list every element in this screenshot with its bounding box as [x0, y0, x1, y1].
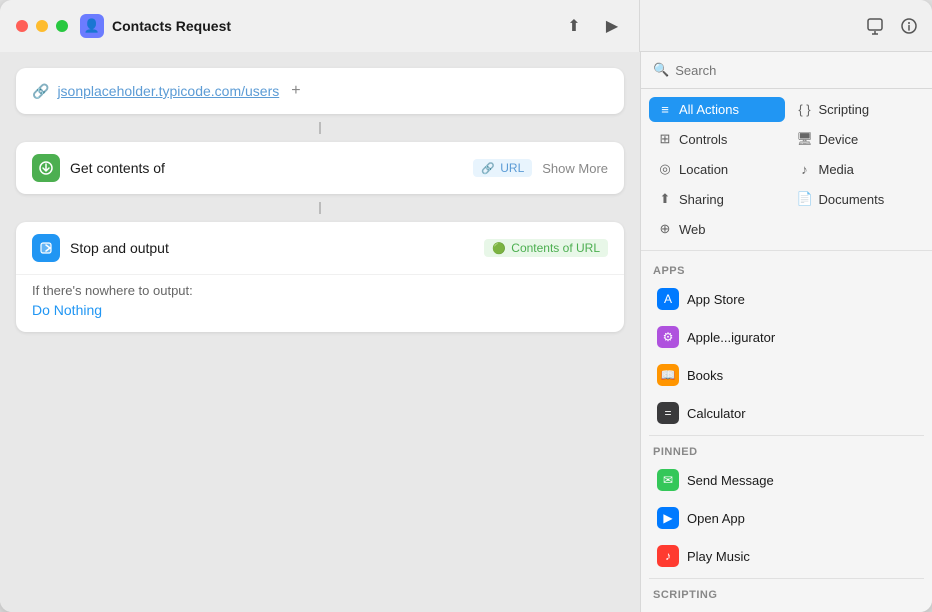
category-location[interactable]: ◎ Location [649, 156, 785, 182]
category-documents[interactable]: 📄 Documents [789, 186, 925, 212]
send-message-icon: ✉ [657, 469, 679, 491]
all-actions-label: All Actions [679, 102, 739, 117]
sharing-label: Sharing [679, 192, 724, 207]
category-web[interactable]: ⊕ Web [649, 216, 785, 242]
get-contents-header: Get contents of 🔗 URL Show More [16, 142, 624, 194]
get-contents-icon [32, 154, 60, 182]
show-more-button[interactable]: Show More [542, 161, 608, 176]
app-store-label: App Store [687, 292, 745, 307]
apps-section-label: Apps [649, 259, 924, 281]
media-label: Media [819, 162, 854, 177]
url-text[interactable]: jsonplaceholder.typicode.com/users [57, 83, 279, 99]
category-scripting[interactable]: { } Scripting [789, 97, 925, 122]
list-item-books[interactable]: 📖 Books [649, 357, 924, 393]
books-icon: 📖 [657, 364, 679, 386]
scripting-divider [649, 578, 924, 579]
traffic-lights [16, 20, 68, 32]
configurator-icon: ⚙ [657, 326, 679, 348]
apps-divider [649, 435, 924, 436]
calculator-label: Calculator [687, 406, 746, 421]
add-action-button[interactable] [864, 15, 886, 37]
documents-icon: 📄 [797, 191, 813, 207]
output-footer-label: If there's nowhere to output: [32, 283, 608, 298]
app-store-icon: A [657, 288, 679, 310]
play-music-icon: ♪ [657, 545, 679, 567]
url-bar[interactable]: 🔗 jsonplaceholder.typicode.com/users + [16, 68, 624, 114]
stop-output-title: Stop and output [70, 240, 474, 256]
stop-output-block: Stop and output 🟢 Contents of URL If the… [16, 222, 624, 332]
category-all-actions[interactable]: ≡ All Actions [649, 97, 785, 122]
do-nothing-button[interactable]: Do Nothing [32, 302, 608, 318]
list-item-app-store[interactable]: A App Store [649, 281, 924, 317]
list-item-send-message[interactable]: ✉ Send Message [649, 462, 924, 498]
stop-output-header: Stop and output 🟢 Contents of URL [16, 222, 624, 274]
all-actions-icon: ≡ [657, 102, 673, 117]
sharing-icon: ⬆ [657, 191, 673, 207]
controls-label: Controls [679, 132, 727, 147]
search-input[interactable] [675, 63, 920, 78]
device-icon: 🖥 [797, 131, 813, 147]
actions-list: Apps A App Store ⚙ Apple...igurator 📖 Bo… [641, 251, 932, 612]
configurator-label: Apple...igurator [687, 330, 775, 345]
list-item-calculator[interactable]: = Calculator [649, 395, 924, 431]
pinned-section-label: Pinned [649, 440, 924, 462]
connector-line [319, 122, 321, 134]
play-music-label: Play Music [687, 549, 750, 564]
category-device[interactable]: 🖥 Device [789, 126, 925, 152]
get-contents-block: Get contents of 🔗 URL Show More [16, 142, 624, 194]
actions-sidebar: 🔍 ≡ All Actions { } Scripting ⊞ Cont [640, 52, 932, 612]
location-label: Location [679, 162, 728, 177]
web-icon: ⊕ [657, 221, 673, 237]
url-add-button[interactable]: + [291, 82, 300, 100]
web-label: Web [679, 222, 706, 237]
workflow-panel: 🔗 jsonplaceholder.typicode.com/users + [0, 52, 640, 612]
scripting-section-label: Scripting [649, 583, 924, 605]
maximize-button[interactable] [56, 20, 68, 32]
controls-icon: ⊞ [657, 131, 673, 147]
titlebar-actions: ⬆ ▶ [563, 15, 623, 37]
calculator-icon: = [657, 402, 679, 424]
main-content: 🔗 jsonplaceholder.typicode.com/users + [0, 52, 932, 612]
books-label: Books [687, 368, 723, 383]
documents-label: Documents [819, 192, 885, 207]
stop-output-footer: If there's nowhere to output: Do Nothing [16, 274, 624, 332]
window-title: Contacts Request [112, 18, 563, 34]
category-media[interactable]: ♪ Media [789, 156, 925, 182]
list-item-open-app[interactable]: ▶ Open App [649, 500, 924, 536]
main-window: 👤 Contacts Request ⬆ ▶ [0, 0, 932, 612]
category-controls[interactable]: ⊞ Controls [649, 126, 785, 152]
link-icon: 🔗 [32, 83, 49, 100]
list-item-configurator[interactable]: ⚙ Apple...igurator [649, 319, 924, 355]
contents-of-url-tag[interactable]: 🟢 Contents of URL [484, 239, 608, 257]
info-button[interactable] [898, 15, 920, 37]
connector-line-2 [319, 202, 321, 214]
device-label: Device [819, 132, 859, 147]
minimize-button[interactable] [36, 20, 48, 32]
stop-output-icon [32, 234, 60, 262]
location-icon: ◎ [657, 161, 673, 177]
get-contents-title: Get contents of [70, 160, 463, 176]
list-item-comment[interactable]: ≡ Comment [649, 605, 924, 612]
scripting-icon: { } [797, 102, 813, 117]
list-item-play-music[interactable]: ♪ Play Music [649, 538, 924, 574]
scripting-label: Scripting [819, 102, 870, 117]
open-app-label: Open App [687, 511, 745, 526]
url-tag[interactable]: 🔗 URL [473, 159, 532, 177]
send-message-label: Send Message [687, 473, 774, 488]
share-button[interactable]: ⬆ [563, 15, 585, 37]
app-icon: 👤 [80, 14, 104, 38]
search-icon: 🔍 [653, 62, 669, 78]
open-app-icon: ▶ [657, 507, 679, 529]
close-button[interactable] [16, 20, 28, 32]
media-icon: ♪ [797, 162, 813, 177]
run-button[interactable]: ▶ [601, 15, 623, 37]
categories-grid: ≡ All Actions { } Scripting ⊞ Controls 🖥… [641, 89, 932, 251]
search-bar: 🔍 [641, 52, 932, 89]
category-sharing[interactable]: ⬆ Sharing [649, 186, 785, 212]
